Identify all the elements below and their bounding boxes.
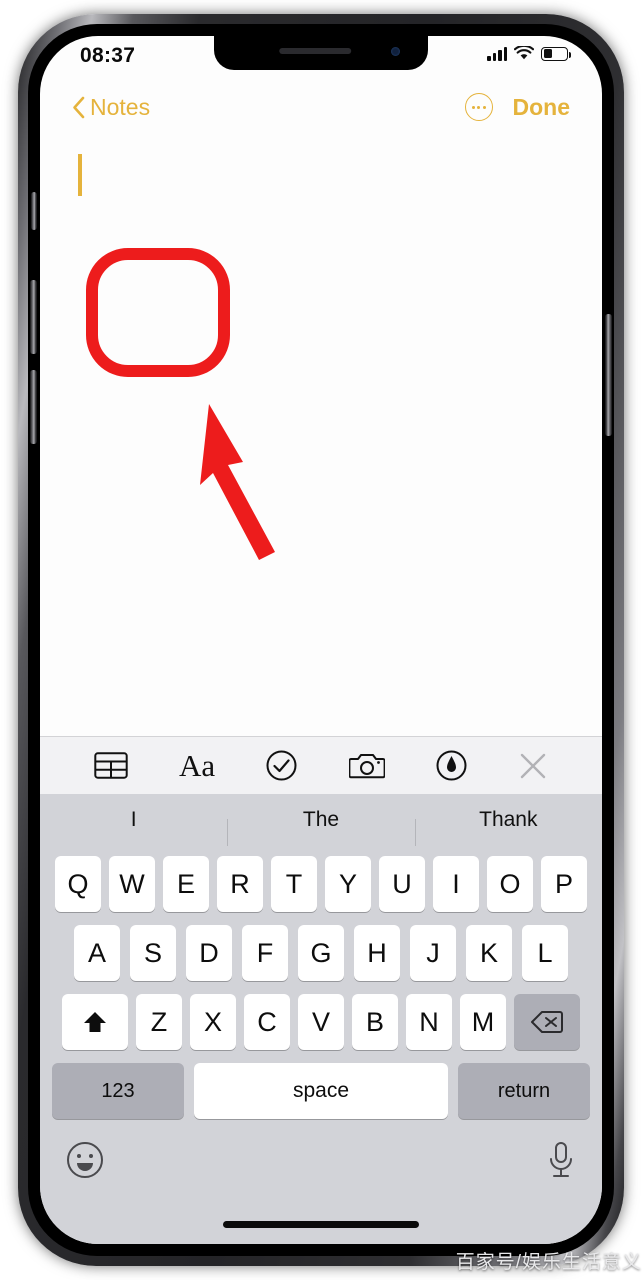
space-key[interactable]: space [194, 1063, 448, 1119]
key-q[interactable]: Q [55, 856, 101, 912]
format-toolbar: Aa [40, 736, 602, 794]
keyboard-row-1: Q W E R T Y U I O P [40, 856, 602, 912]
rounded-square-highlight [86, 248, 230, 377]
power-button[interactable] [605, 314, 612, 436]
key-f[interactable]: F [242, 925, 288, 981]
key-k[interactable]: K [466, 925, 512, 981]
back-to-notes-button[interactable]: Notes [72, 94, 150, 121]
battery-level [543, 49, 553, 58]
close-keyboard-icon[interactable] [518, 751, 548, 781]
key-l[interactable]: L [522, 925, 568, 981]
more-circle-icon[interactable] [464, 93, 493, 121]
checklist-icon[interactable] [266, 750, 297, 781]
keyboard-row-bottom: 123 space return [40, 1063, 602, 1119]
home-indicator[interactable] [223, 1221, 419, 1228]
battery-icon [541, 46, 572, 61]
done-button[interactable]: Done [513, 94, 571, 121]
front-camera-icon [391, 47, 400, 56]
key-w[interactable]: W [109, 856, 155, 912]
key-o[interactable]: O [487, 856, 533, 912]
key-d[interactable]: D [186, 925, 232, 981]
key-z[interactable]: Z [136, 994, 182, 1050]
chevron-left-icon [73, 96, 85, 118]
backspace-key[interactable] [514, 994, 580, 1050]
microphone-icon[interactable] [546, 1140, 576, 1180]
annotation-overlay [86, 248, 275, 560]
key-c[interactable]: C [244, 994, 290, 1050]
backspace-icon [531, 1011, 563, 1033]
table-icon[interactable] [93, 752, 128, 779]
suggestion-item[interactable]: Thank [414, 808, 602, 847]
return-key[interactable]: return [458, 1063, 590, 1119]
key-r[interactable]: R [217, 856, 263, 912]
volume-up-button[interactable] [30, 280, 37, 354]
key-m[interactable]: M [460, 994, 506, 1050]
key-b[interactable]: B [352, 994, 398, 1050]
status-time: 08:37 [80, 44, 136, 67]
navigation-bar: Notes Done [40, 82, 602, 132]
keyboard-footer [40, 1132, 602, 1180]
key-s[interactable]: S [130, 925, 176, 981]
key-v[interactable]: V [298, 994, 344, 1050]
phone-screen: 08:37 Notes Done Aa I The Thank Q W E R … [40, 36, 602, 1244]
wifi-icon [514, 46, 534, 60]
note-editor[interactable] [40, 132, 602, 736]
suggestion-item[interactable]: I [40, 808, 227, 832]
phone-frame: 08:37 Notes Done Aa I The Thank Q W E R … [18, 14, 624, 1266]
volume-down-button[interactable] [30, 370, 37, 444]
silent-switch[interactable] [31, 192, 37, 230]
key-h[interactable]: H [354, 925, 400, 981]
text-cursor [78, 154, 82, 196]
key-x[interactable]: X [190, 994, 236, 1050]
suggestion-item[interactable]: The [227, 808, 414, 847]
key-j[interactable]: J [410, 925, 456, 981]
earpiece-speaker [279, 48, 352, 54]
numeric-key[interactable]: 123 [52, 1063, 184, 1119]
key-i[interactable]: I [433, 856, 479, 912]
shift-arrow-icon [84, 1012, 106, 1032]
status-indicators [487, 46, 572, 61]
cellular-signal-icon [487, 46, 507, 61]
key-u[interactable]: U [379, 856, 425, 912]
more-dot [471, 105, 475, 109]
arrow-pointer [200, 404, 275, 560]
camera-icon[interactable] [348, 751, 385, 780]
key-t[interactable]: T [271, 856, 317, 912]
shift-key[interactable] [62, 994, 128, 1050]
text-format-label: Aa [178, 747, 216, 783]
back-button-label: Notes [90, 93, 151, 120]
predictive-text-bar: I The Thank [40, 794, 602, 847]
keyboard-row-2: A S D F G H J K L [40, 925, 602, 981]
key-n[interactable]: N [406, 994, 452, 1050]
key-g[interactable]: G [298, 925, 344, 981]
watermark: 百家号/娱乐生活意义 [455, 1252, 642, 1273]
key-e[interactable]: E [163, 856, 209, 912]
on-screen-keyboard: Q W E R T Y U I O P A S D F G H J K L Z … [40, 846, 602, 1244]
key-a[interactable]: A [74, 925, 120, 981]
more-dot [482, 105, 486, 109]
key-p[interactable]: P [541, 856, 587, 912]
key-y[interactable]: Y [325, 856, 371, 912]
emoji-smiley-icon[interactable] [66, 1141, 104, 1179]
markup-pen-icon[interactable] [436, 750, 467, 781]
more-dot [477, 105, 480, 109]
notch [214, 36, 428, 70]
keyboard-row-3: Z X C V B N M [40, 994, 602, 1050]
text-format-icon[interactable]: Aa [179, 748, 215, 784]
